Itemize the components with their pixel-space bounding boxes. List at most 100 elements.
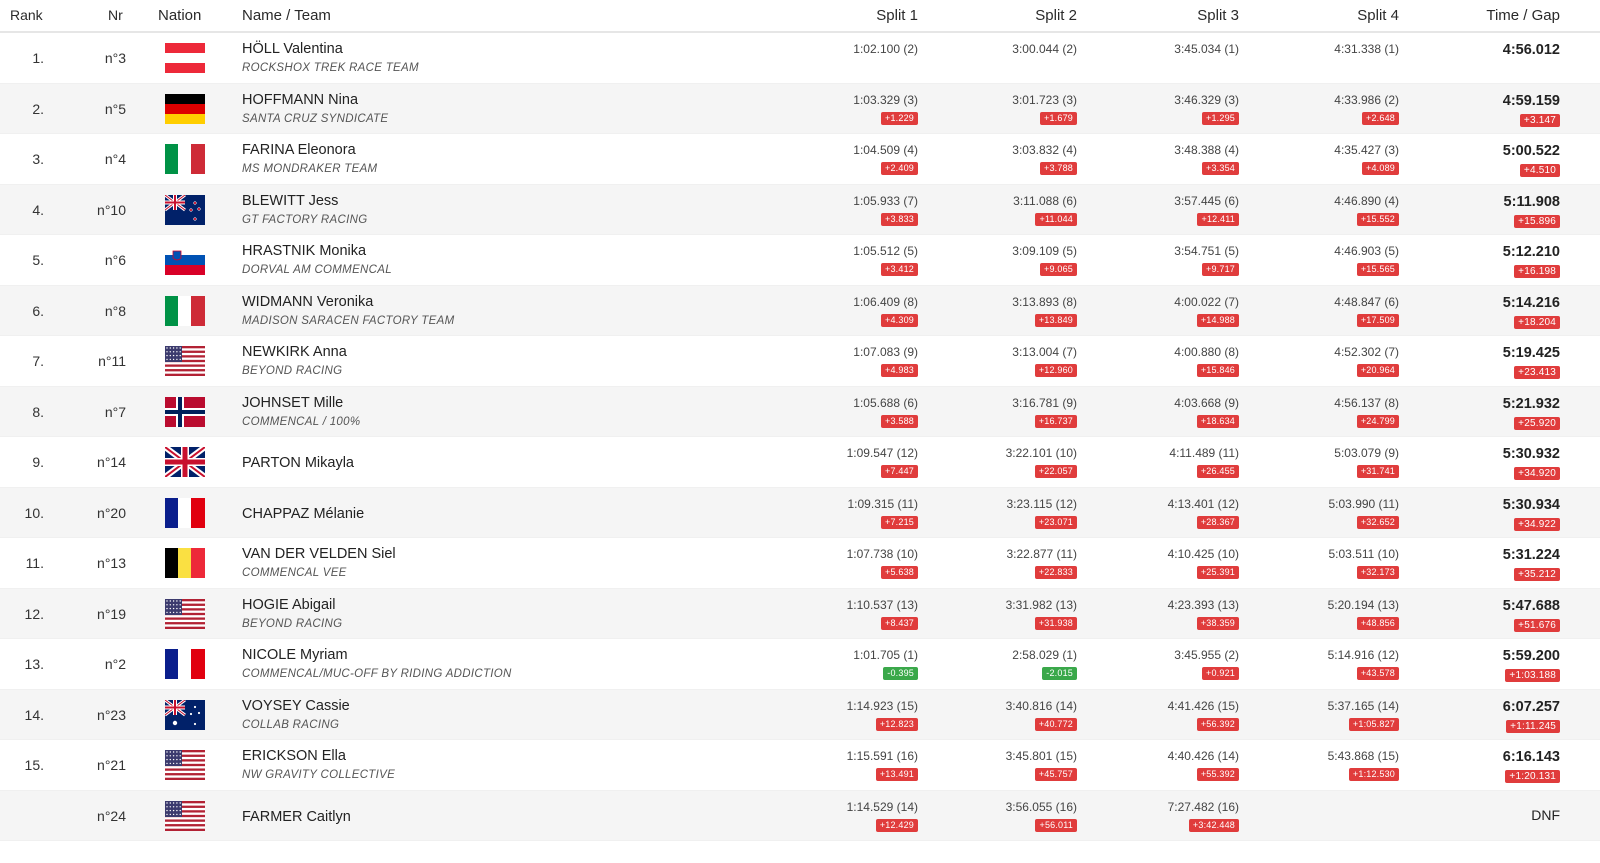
- header-split-4[interactable]: Split 4: [1259, 7, 1399, 24]
- bib-number: n°7: [104, 403, 126, 420]
- split-4-gap-badge: +43.578: [1356, 667, 1399, 680]
- rider-name[interactable]: WIDMANN Veronika: [242, 293, 454, 312]
- rider-name[interactable]: ERICKSON Ella: [242, 747, 395, 766]
- bib-number: n°3: [104, 50, 126, 66]
- table-row[interactable]: 10. n°20 CHAPPAZ Mélanie 1:09.315 (11) +7.21…: [0, 487, 1600, 538]
- table-row[interactable]: 1. n°3 HÖLL Valentina ROCKSHOX TREK RACE TE…: [0, 33, 1600, 84]
- split-3-gap-badge: +3:42.448: [1188, 818, 1239, 832]
- team-name: BEYOND RACING: [242, 365, 343, 377]
- table-row[interactable]: 14. n°23 VOYSEY Cassie COLLAB RACING 1:14.92…: [0, 689, 1600, 740]
- split-3-gap-badge: +1.295: [1202, 111, 1239, 125]
- split-1-gap-badge: +12.823: [875, 717, 918, 731]
- split-3-gap-badge: +12.411: [1197, 212, 1239, 226]
- total-time: 5:47.688: [1502, 597, 1560, 614]
- header-split-2[interactable]: Split 2: [937, 7, 1077, 24]
- rider-name[interactable]: BLEWITT Jess: [242, 192, 367, 211]
- split-2-time: 3:40.816 (14): [1005, 698, 1077, 713]
- rider-name[interactable]: HOFFMANN Nina: [242, 91, 388, 110]
- header-split-3[interactable]: Split 3: [1099, 7, 1239, 24]
- bib-number: n°5: [104, 100, 126, 117]
- team-name: SANTA CRUZ SYNDICATE: [242, 112, 389, 125]
- split-2-time: 3:45.801 (15): [1005, 749, 1077, 763]
- split-3: 4:41.426 (15) +56.392: [1099, 698, 1239, 732]
- bib-number: n°21: [97, 757, 126, 773]
- split-4-time: 5:43.868 (15): [1327, 749, 1399, 763]
- split-1: 1:14.923 (15) +12.823: [778, 698, 918, 732]
- split-2-gap-badge: +22.057: [1034, 465, 1077, 478]
- table-row[interactable]: 7. n°11 NEWKIRK Anna BEYOND RACING 1:07.083 …: [0, 336, 1600, 387]
- split-1-time: 1:09.547 (12): [846, 446, 918, 460]
- rider-name[interactable]: HOGIE Abigail: [242, 596, 342, 615]
- split-4: 4:56.137 (8) +24.799: [1259, 395, 1399, 429]
- split-4-gap-badge: +31.741: [1356, 465, 1399, 478]
- table-row[interactable]: 9. n°14 PARTON Mikayla 1:09.547 (12) +7.447 3…: [0, 437, 1600, 488]
- split-3: 4:00.022 (7) +14.988: [1099, 294, 1239, 328]
- total-gap-badge: +18.204: [1514, 315, 1560, 329]
- total-gap-badge: +1:11.245: [1506, 719, 1560, 733]
- table-row[interactable]: 5. n°6 HRASTNIK Monika DORVAL AM COMMENCAL 1…: [0, 235, 1600, 286]
- rank: 13.: [24, 656, 44, 672]
- header-nr[interactable]: Nr: [108, 7, 123, 23]
- flag-ita-icon: [165, 295, 205, 326]
- split-2: 3:23.115 (12) +23.071: [937, 496, 1077, 530]
- split-3: 4:40.426 (14) +55.392: [1099, 748, 1239, 782]
- rider-name[interactable]: CHAPPAZ Mélanie: [242, 505, 364, 524]
- split-2: 3:40.816 (14) +40.772: [937, 698, 1077, 732]
- table-row[interactable]: 11. n°13 VAN DER VELDEN Siel COMMENCAL VEE 1…: [0, 538, 1600, 589]
- rider-name[interactable]: FARINA Eleonora: [242, 141, 377, 160]
- rider-name[interactable]: PARTON Mikayla: [242, 454, 354, 473]
- table-row[interactable]: 3. n°4 FARINA Eleonora MS MONDRAKER TEAM 1:0…: [0, 134, 1600, 185]
- split-3-time: 3:48.388 (4): [1174, 143, 1239, 157]
- total-time: 5:19.425: [1502, 345, 1560, 361]
- flag-aut-icon: [165, 43, 205, 73]
- split-4: 4:33.986 (2) +2.648: [1259, 92, 1399, 126]
- split-4-gap-badge: +17.509: [1356, 313, 1399, 327]
- split-4-time: 5:03.990 (11): [1328, 496, 1400, 511]
- table-row[interactable]: 13. n°2 NICOLE Myriam COMMENCAL/MUC-OFF BY …: [0, 639, 1600, 690]
- split-3-gap-badge: +56.392: [1196, 717, 1239, 731]
- rider-name[interactable]: HÖLL Valentina: [242, 40, 419, 59]
- split-1: 1:01.705 (1) -0.395: [778, 647, 918, 681]
- rider-name[interactable]: FARMER Caitlyn: [242, 808, 351, 827]
- table-header: Rank Nr Nation Name / Team Split 1 Split…: [0, 0, 1600, 33]
- rider-name[interactable]: NICOLE Myriam: [242, 646, 512, 665]
- table-row[interactable]: 15. n°21 ERICKSON Ella NW GRAVITY COLLECTIV…: [0, 740, 1600, 791]
- flag-slo-icon: [165, 245, 205, 275]
- rider-name[interactable]: NEWKIRK Anna: [242, 343, 347, 362]
- team-name: COMMENCAL / 100%: [242, 415, 361, 428]
- total-time: 5:11.908: [1503, 193, 1560, 210]
- final-time: 5:31.224 +35.212: [1420, 546, 1560, 582]
- header-rank[interactable]: Rank: [10, 7, 43, 23]
- table-row[interactable]: 12. n°19 HOGIE Abigail BEYOND RACING 1:10.53…: [0, 588, 1600, 639]
- header-name-team[interactable]: Name / Team: [242, 7, 331, 24]
- status-dnf: DNF: [1531, 806, 1560, 823]
- table-row[interactable]: 8. n°7 JOHNSET Mille COMMENCAL / 100% 1:05.6…: [0, 386, 1600, 437]
- split-2-gap-badge: +31.938: [1034, 616, 1077, 630]
- split-1-time: 1:06.409 (8): [853, 294, 918, 309]
- split-1-gap-badge: +2.409: [881, 162, 918, 175]
- split-3: 3:45.034 (1): [1099, 41, 1239, 57]
- total-time: 5:31.224: [1502, 547, 1560, 563]
- split-2-time: 3:13.893 (8): [1012, 294, 1077, 309]
- header-time-gap[interactable]: Time / Gap: [1420, 7, 1560, 24]
- split-4-gap-badge: +2.648: [1362, 111, 1399, 125]
- bib-number: n°13: [97, 555, 126, 571]
- split-4: 5:03.079 (9) +31.741: [1259, 445, 1399, 479]
- split-1-time: 1:15.591 (16): [846, 749, 918, 763]
- rider-name[interactable]: VOYSEY Cassie: [242, 697, 350, 716]
- header-nation[interactable]: Nation: [158, 7, 201, 24]
- rider-name[interactable]: JOHNSET Mille: [242, 394, 360, 413]
- split-4: 5:37.165 (14) +1:05.827: [1259, 698, 1399, 732]
- flag-ita-icon: [165, 144, 205, 174]
- split-2-gap-badge: +3.788: [1040, 162, 1077, 175]
- table-row[interactable]: n°24 FARMER Caitlyn 1:14.529 (14) +12.429 3:…: [0, 790, 1600, 841]
- table-row[interactable]: 4. n°10 BLEWITT Jess GT FACTORY RACING 1:05.…: [0, 184, 1600, 235]
- rider-name[interactable]: HRASTNIK Monika: [242, 242, 392, 261]
- header-split-1[interactable]: Split 1: [778, 7, 918, 24]
- flag-nor-icon: [165, 396, 205, 427]
- rider-info: VOYSEY Cassie COLLAB RACING: [242, 697, 350, 734]
- split-2-gap-badge: +22.833: [1034, 566, 1077, 579]
- table-row[interactable]: 6. n°8 WIDMANN Veronika MADISON SARACEN FAC…: [0, 285, 1600, 336]
- table-row[interactable]: 2. n°5 HOFFMANN Nina SANTA CRUZ SYNDICATE 1:…: [0, 83, 1600, 134]
- rider-name[interactable]: VAN DER VELDEN Siel: [242, 545, 396, 564]
